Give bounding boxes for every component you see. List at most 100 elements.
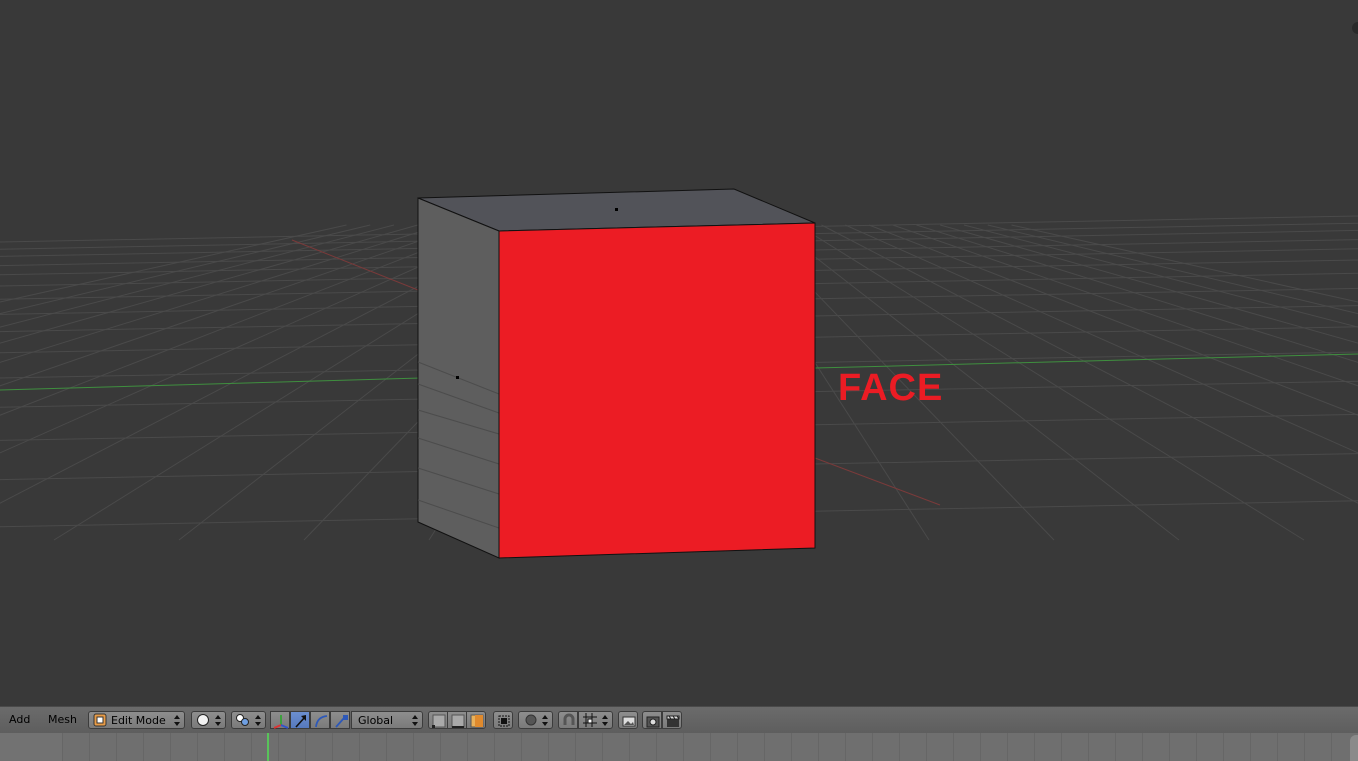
occlude-geometry-icon bbox=[498, 715, 510, 727]
face-annotation: FACE bbox=[838, 367, 944, 409]
timeline-tick bbox=[89, 733, 90, 761]
rotate-manipulator-button[interactable] bbox=[310, 711, 330, 729]
snap-increment-icon bbox=[583, 713, 597, 727]
timeline-tick bbox=[1196, 733, 1197, 761]
mode-label: Edit Mode bbox=[111, 714, 166, 727]
timeline-tick bbox=[413, 733, 414, 761]
timeline-tick bbox=[467, 733, 468, 761]
3d-viewport[interactable]: FACE bbox=[0, 0, 1358, 706]
mode-selector[interactable]: Edit Mode bbox=[88, 711, 185, 729]
timeline-tick bbox=[575, 733, 576, 761]
timeline-sidebar bbox=[0, 733, 63, 761]
scale-manipulator-button[interactable] bbox=[330, 711, 350, 729]
orientation-label: Global bbox=[358, 714, 394, 727]
timeline-tick bbox=[1169, 733, 1170, 761]
y-axis-line-left bbox=[0, 376, 458, 391]
transform-orientation-selector[interactable]: Global bbox=[351, 711, 423, 729]
magnet-icon bbox=[563, 713, 575, 725]
timeline-tick bbox=[845, 733, 846, 761]
mode-dropdown-arrows bbox=[174, 713, 181, 727]
edge-select-mode-button[interactable] bbox=[447, 711, 467, 729]
menu-add[interactable]: Add bbox=[9, 713, 30, 726]
timeline-tick bbox=[1304, 733, 1305, 761]
edge-select-icon bbox=[451, 714, 465, 728]
timeline-tick bbox=[1061, 733, 1062, 761]
timeline-tick bbox=[359, 733, 360, 761]
translate-manipulator-button[interactable] bbox=[290, 711, 310, 729]
timeline-tick bbox=[602, 733, 603, 761]
pivot-point-selector[interactable] bbox=[231, 711, 266, 729]
left-face-dot bbox=[456, 376, 459, 379]
timeline-tick bbox=[386, 733, 387, 761]
translate-arrow-icon bbox=[295, 715, 306, 728]
timeline-current-frame-cursor[interactable] bbox=[267, 733, 269, 761]
grid-column-line bbox=[0, 224, 395, 328]
rotate-arc-icon bbox=[315, 715, 328, 728]
opengl-render-active-button[interactable] bbox=[618, 711, 638, 729]
timeline-tick bbox=[224, 733, 225, 761]
timeline-tick bbox=[170, 733, 171, 761]
timeline-tick bbox=[1250, 733, 1251, 761]
top-face-dot bbox=[615, 208, 618, 211]
timeline-scroll-handle[interactable] bbox=[1350, 735, 1358, 761]
vertex-select-mode-button[interactable] bbox=[428, 711, 448, 729]
grid-column-line bbox=[773, 224, 1180, 541]
timeline-tick bbox=[629, 733, 630, 761]
timeline-tick bbox=[1331, 733, 1332, 761]
snap-dropdown-arrows bbox=[602, 713, 609, 727]
snap-element-selector[interactable] bbox=[578, 711, 613, 729]
timeline-tick bbox=[872, 733, 873, 761]
face-select-mode-button[interactable] bbox=[466, 711, 486, 729]
viewport-canvas[interactable] bbox=[0, 0, 1358, 706]
timeline-tick bbox=[791, 733, 792, 761]
timeline-tick bbox=[332, 733, 333, 761]
proportional-editing-selector[interactable] bbox=[518, 711, 553, 729]
timeline-tick bbox=[62, 733, 63, 761]
grid-column-line bbox=[0, 224, 418, 344]
timeline-tick bbox=[440, 733, 441, 761]
scale-arrow-icon bbox=[335, 715, 348, 728]
grid-column-line bbox=[0, 224, 490, 416]
timeline-tick bbox=[251, 733, 252, 761]
shading-dropdown-arrows bbox=[215, 713, 222, 727]
pivot-dropdown-arrows bbox=[255, 713, 262, 727]
timeline-tick bbox=[818, 733, 819, 761]
timeline-tick bbox=[197, 733, 198, 761]
face-select-icon bbox=[470, 714, 484, 728]
timeline-area[interactable] bbox=[0, 733, 1358, 761]
timeline-tick bbox=[278, 733, 279, 761]
pivot-point-icon bbox=[236, 714, 249, 726]
opengl-render-animation-button[interactable] bbox=[662, 711, 682, 729]
timeline-tick bbox=[1088, 733, 1089, 761]
view3d-header: Add Mesh Edit Mode Global bbox=[0, 706, 1358, 733]
edit-mode-icon bbox=[93, 713, 107, 727]
timeline-tick bbox=[1277, 733, 1278, 761]
viewport-shading-selector[interactable] bbox=[191, 711, 226, 729]
timeline-tick bbox=[116, 733, 117, 761]
camera-icon bbox=[646, 716, 660, 728]
timeline-tick bbox=[683, 733, 684, 761]
solid-shading-icon bbox=[197, 714, 209, 726]
cube-selected-face bbox=[498, 222, 816, 559]
grid-column-line bbox=[0, 224, 371, 315]
timeline-tick bbox=[143, 733, 144, 761]
timeline-tick bbox=[926, 733, 927, 761]
timeline-tick bbox=[1223, 733, 1224, 761]
timeline-tick bbox=[1142, 733, 1143, 761]
timeline-tick bbox=[899, 733, 900, 761]
vertex-select-icon bbox=[432, 714, 446, 728]
timeline-tick bbox=[737, 733, 738, 761]
proportional-dropdown-arrows bbox=[542, 713, 549, 727]
area-split-widget[interactable] bbox=[1352, 22, 1358, 34]
limit-selection-to-visible-button[interactable] bbox=[493, 711, 513, 729]
grid-column-line bbox=[0, 224, 442, 363]
menu-mesh[interactable]: Mesh bbox=[48, 713, 77, 726]
timeline-tick bbox=[980, 733, 981, 761]
render-image-icon bbox=[622, 716, 636, 727]
manipulator-axes-icon bbox=[273, 715, 289, 729]
opengl-render-image-button[interactable] bbox=[642, 711, 662, 729]
snap-toggle-button[interactable] bbox=[558, 711, 578, 729]
timeline-tick bbox=[548, 733, 549, 761]
manipulator-toggle-button[interactable] bbox=[270, 711, 290, 729]
timeline-tick bbox=[710, 733, 711, 761]
